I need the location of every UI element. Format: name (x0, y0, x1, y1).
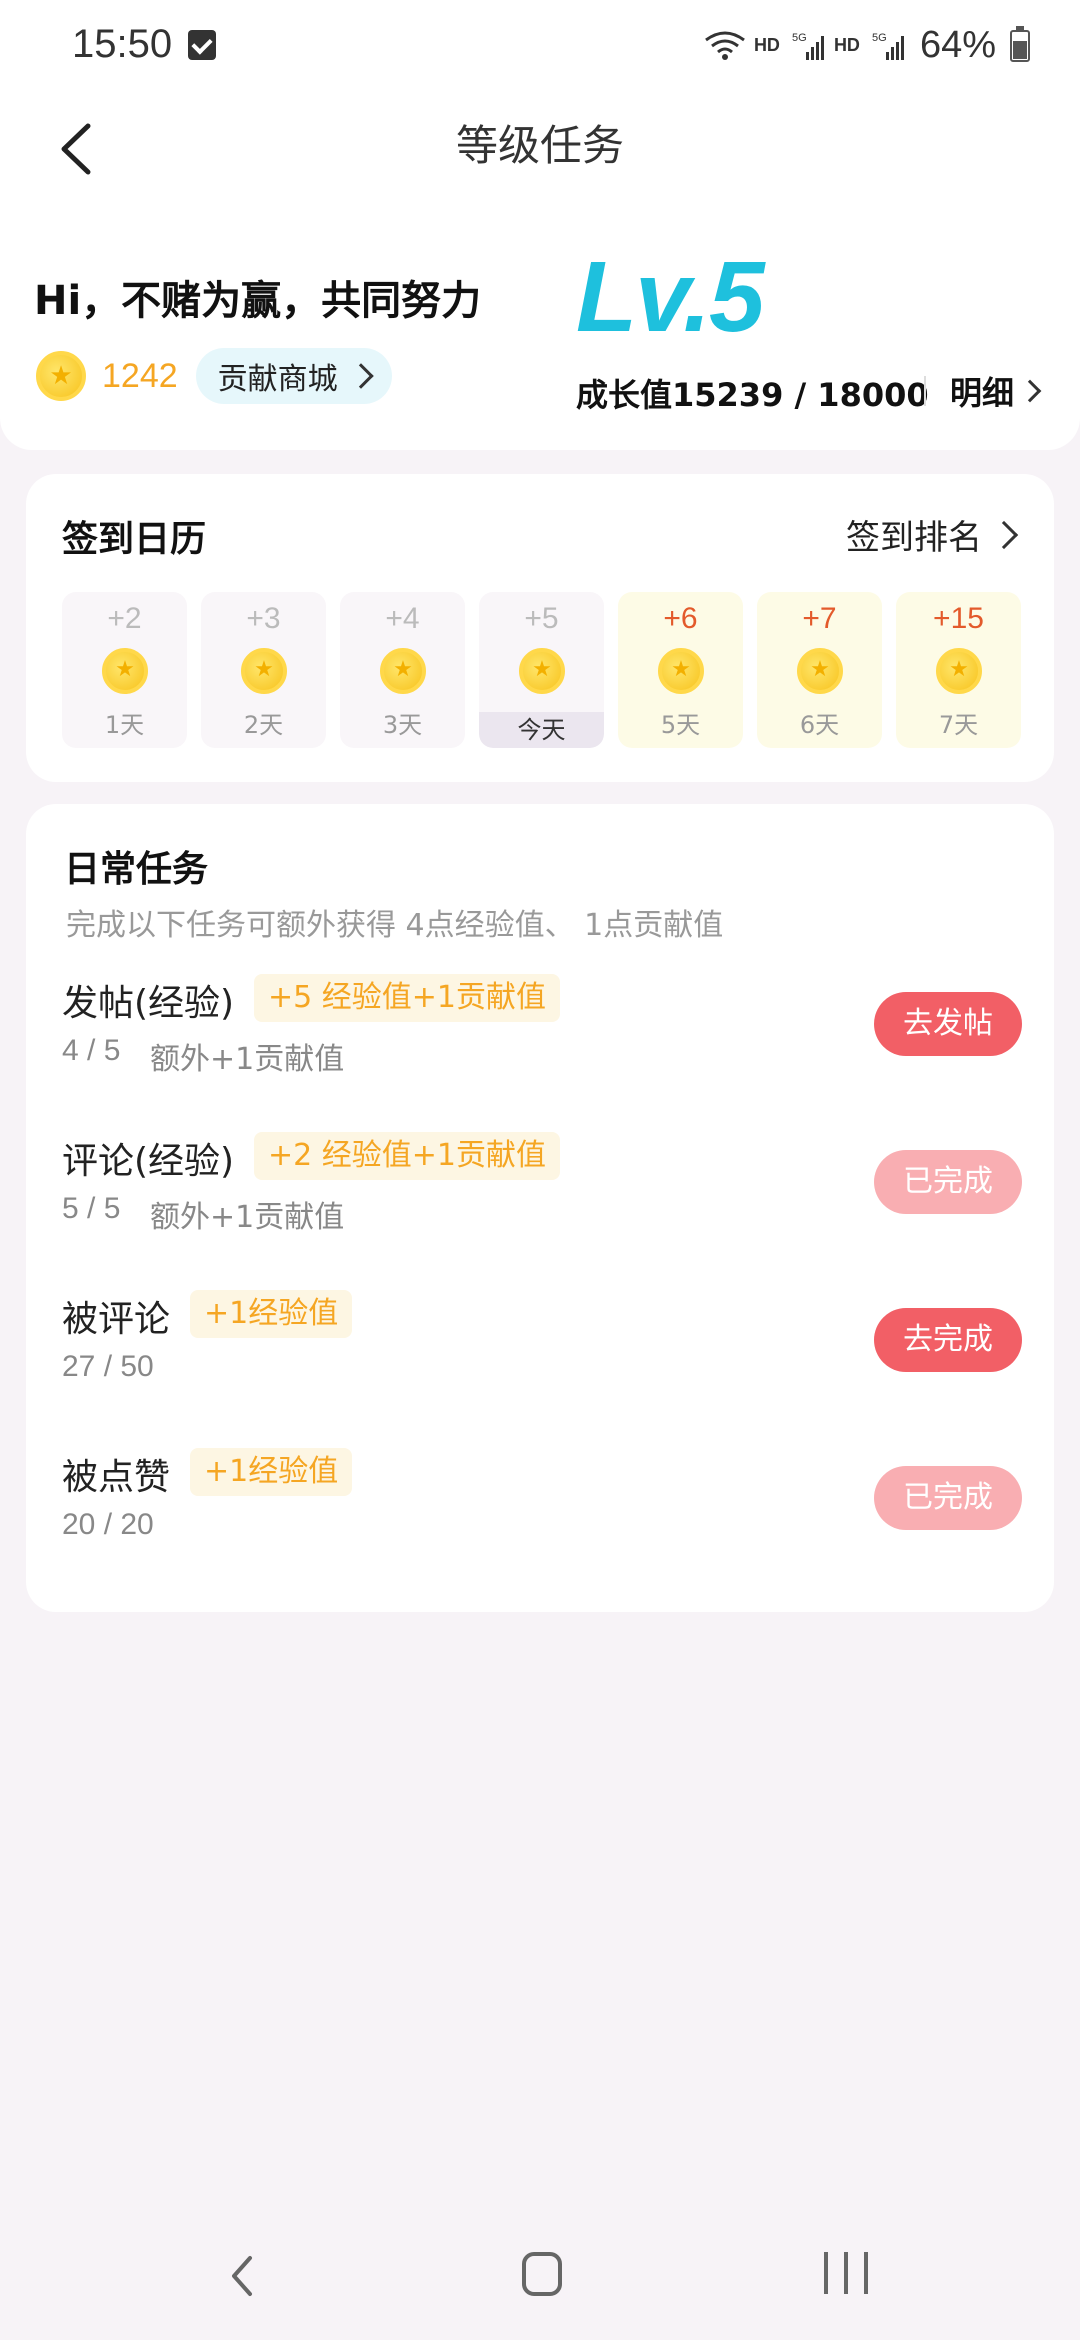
task-reward-badge: +2 经验值+1贡献值 (254, 1132, 560, 1180)
task-post: 发帖(经验) +5 经验值+1贡献值 4 / 5 额外+1贡献值 去发帖 (62, 974, 1022, 1094)
detail-label: 明细 (950, 374, 1015, 412)
task-name: 被评论 (62, 1299, 171, 1340)
day-label: 3天 (382, 711, 423, 739)
tasks-subtitle: 完成以下任务可额外获得 4点经验值、 1点贡献值 (66, 908, 724, 943)
coin-icon (519, 648, 565, 694)
status-time: 15:50 (72, 22, 173, 66)
go-complete-button[interactable]: 去完成 (874, 1308, 1022, 1372)
coin-icon (658, 648, 704, 694)
coin-count: 1242 (102, 356, 178, 395)
completed-button[interactable]: 已完成 (874, 1150, 1022, 1214)
day-label: 1天 (104, 711, 145, 739)
system-nav-bar (0, 2212, 1080, 2340)
task-commented: 被评论 +1经验值 27 / 50 去完成 (62, 1290, 1022, 1410)
task-reward-badge: +1经验值 (190, 1448, 353, 1496)
daily-tasks-card: 日常任务 完成以下任务可额外获得 4点经验值、 1点贡献值 发帖(经验) +5 … (26, 804, 1054, 1612)
checkin-days: +2 1天 +3 2天 +4 3天 +5 今天 +6 5天 +7 6天 (62, 592, 1021, 748)
status-icons: HD 5G HD 5G 64% (704, 24, 1030, 67)
checkin-title: 签到日历 (62, 519, 207, 560)
svg-text:5G: 5G (792, 32, 807, 44)
checkin-day-2[interactable]: +3 2天 (201, 592, 326, 748)
checkin-day-3[interactable]: +4 3天 (340, 592, 465, 748)
checkin-day-1[interactable]: +2 1天 (62, 592, 187, 748)
growth-value: 成长值15239 / 18000 (576, 376, 929, 414)
signal-5g-icon: 5G (792, 30, 826, 62)
go-post-button[interactable]: 去发帖 (874, 992, 1022, 1056)
nav-recent-apps-button[interactable] (824, 2252, 868, 2296)
coin-icon (241, 648, 287, 694)
task-progress: 5 / 5 (62, 1192, 121, 1225)
task-progress: 20 / 20 (62, 1508, 154, 1541)
task-name: 发帖(经验) (62, 983, 235, 1024)
level-label: Lv.5 (576, 241, 765, 353)
day-label: 7天 (938, 711, 979, 739)
checkin-day-today[interactable]: +5 今天 (479, 592, 604, 748)
signal-5g-icon-2: 5G (872, 30, 906, 62)
chevron-left-icon (232, 2256, 252, 2296)
nav-home-button[interactable] (522, 2252, 562, 2296)
completed-button[interactable]: 已完成 (874, 1466, 1022, 1530)
chevron-right-icon (989, 520, 1019, 549)
coin-icon (936, 648, 982, 694)
detail-link[interactable]: 明细 (950, 368, 1042, 414)
notification-check-icon (188, 30, 216, 60)
hd-label-2: HD (833, 35, 860, 55)
greeting-text: Hi，不赌为赢，共同努力 (34, 278, 482, 324)
task-name: 被点赞 (62, 1457, 171, 1498)
checkin-calendar-card: 签到日历 签到排名 +2 1天 +3 2天 +4 3天 +5 今天 +6 5天 (26, 474, 1054, 782)
day-label: 6天 (799, 711, 840, 739)
task-progress: 4 / 5 (62, 1034, 121, 1067)
day-points: +15 (933, 602, 984, 635)
day-points: +2 (107, 602, 142, 635)
task-reward-badge: +1经验值 (190, 1290, 353, 1338)
day-points: +5 (524, 602, 559, 635)
task-extra: 额外+1贡献值 (150, 1042, 345, 1077)
day-points: +7 (802, 602, 837, 635)
day-points: +4 (385, 602, 420, 635)
contribution-shop-button[interactable]: 贡献商城 (195, 348, 392, 404)
day-points: +3 (246, 602, 281, 635)
tasks-title: 日常任务 (64, 849, 209, 890)
wifi-icon (704, 30, 746, 62)
day-label: 5天 (660, 711, 701, 739)
task-progress: 27 / 50 (62, 1350, 154, 1383)
coin-icon (102, 648, 148, 694)
shop-label: 贡献商城 (217, 362, 338, 397)
chevron-right-icon (1018, 379, 1042, 403)
checkin-day-7[interactable]: +15 7天 (896, 592, 1021, 748)
day-label: 今天 (479, 712, 604, 748)
coin-row: 1242 贡献商城 (36, 348, 392, 404)
app-header: 等级任务 (0, 92, 1080, 202)
divider (924, 376, 926, 406)
task-reward-badge: +5 经验值+1贡献值 (254, 974, 560, 1022)
hd-label: HD (753, 35, 780, 55)
battery-icon (1010, 25, 1030, 62)
checkin-day-5[interactable]: +6 5天 (618, 592, 743, 748)
rank-label: 签到排名 (846, 518, 982, 558)
task-comment: 评论(经验) +2 经验值+1贡献值 5 / 5 额外+1贡献值 已完成 (62, 1132, 1022, 1252)
task-extra: 额外+1贡献值 (150, 1200, 345, 1235)
coin-icon (36, 351, 86, 401)
nav-back-button[interactable] (222, 2248, 262, 2304)
svg-text:5G: 5G (872, 32, 887, 44)
profile-card: Hi，不赌为赢，共同努力 1242 贡献商城 Lv.5 成长值15239 / 1… (0, 200, 1080, 450)
checkin-day-6[interactable]: +7 6天 (757, 592, 882, 748)
coin-icon (380, 648, 426, 694)
day-points: +6 (663, 602, 698, 635)
task-liked: 被点赞 +1经验值 20 / 20 已完成 (62, 1448, 1022, 1568)
coin-icon (797, 648, 843, 694)
day-label: 2天 (243, 711, 284, 739)
checkin-rank-link[interactable]: 签到排名 (846, 510, 1019, 559)
page-title: 等级任务 (455, 121, 624, 170)
chevron-right-icon (347, 363, 374, 389)
task-name: 评论(经验) (62, 1141, 235, 1182)
battery-percent: 64% (919, 24, 996, 66)
status-bar: 15:50 HD 5G HD 5G 64% (0, 0, 1080, 92)
